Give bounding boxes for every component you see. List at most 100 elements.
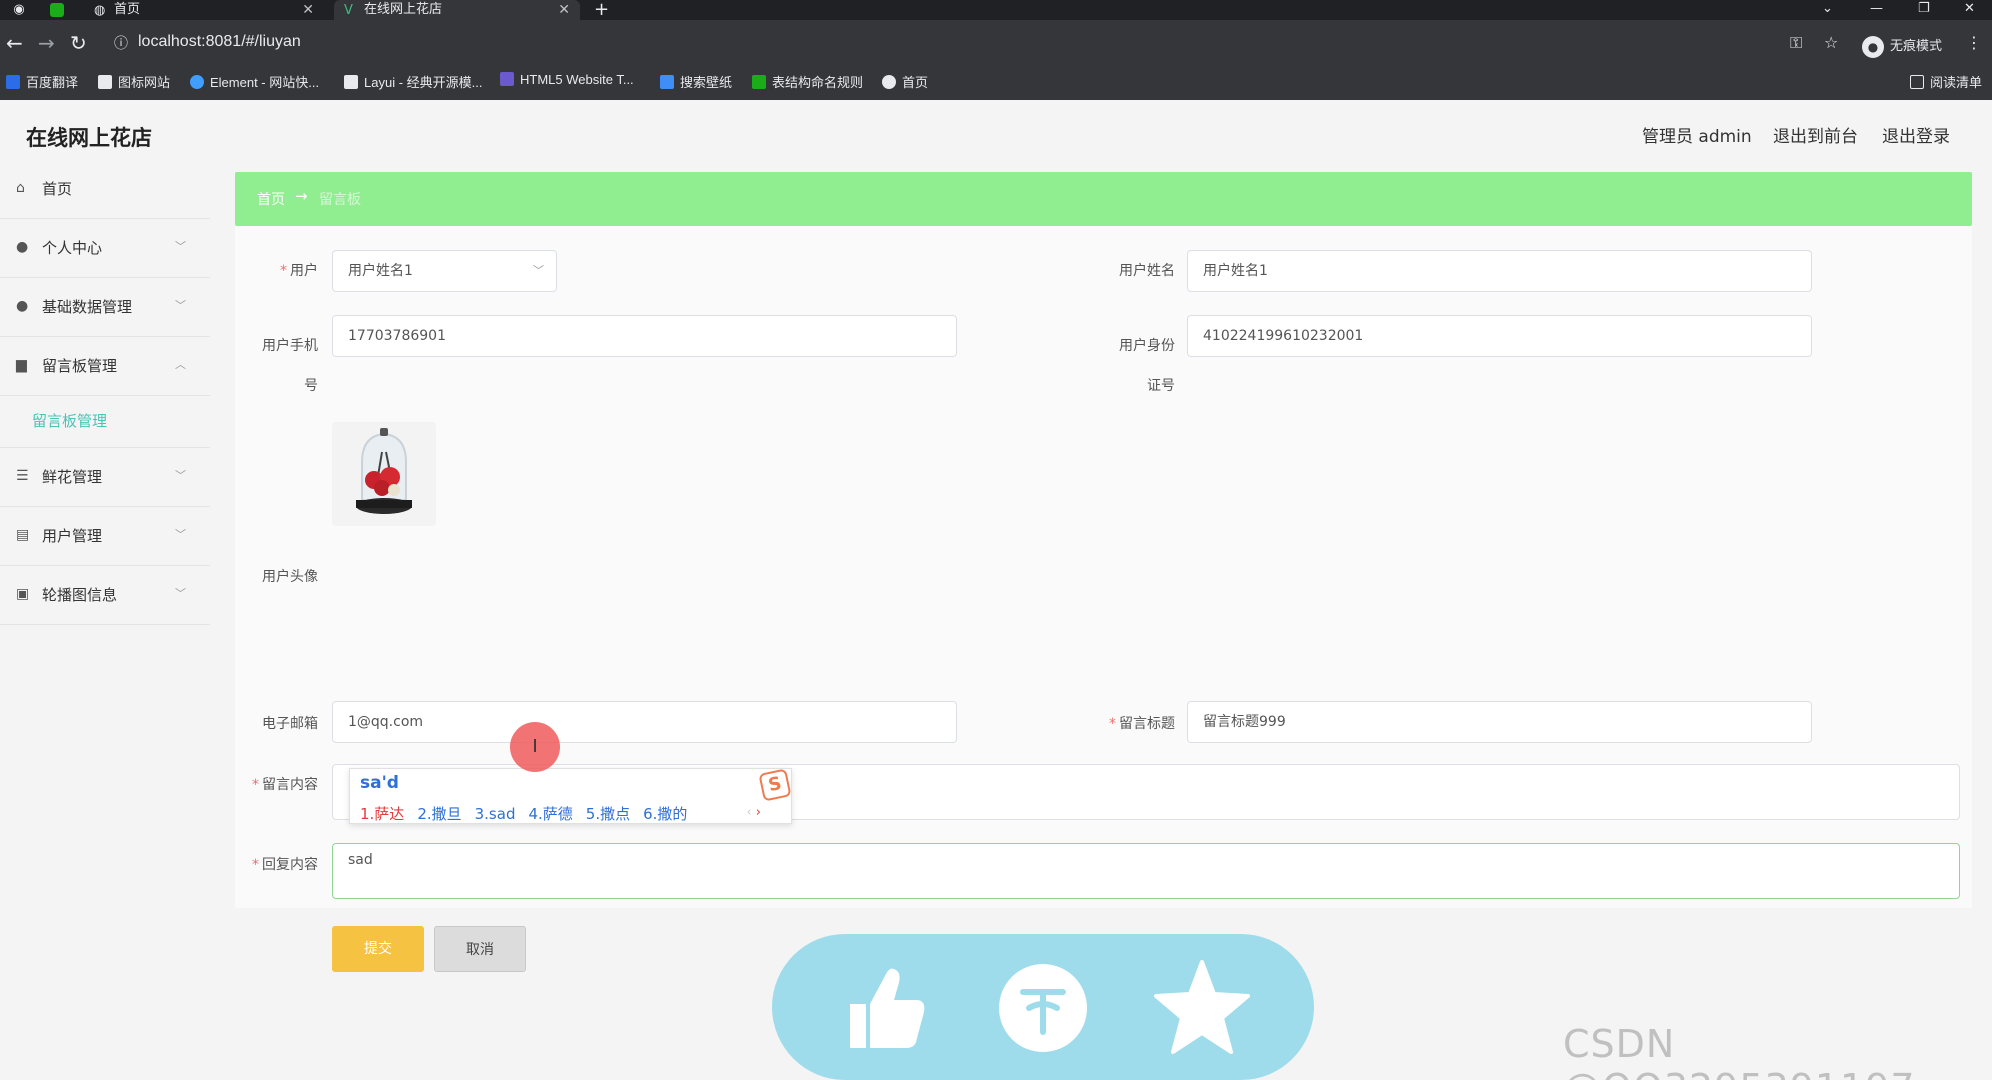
ime-candidate[interactable]: 6.撒的 [643, 805, 687, 823]
ime-candidate[interactable]: 4.萨德 [528, 805, 572, 823]
csdn-watermark: CSDN @QQ3295391197 [1563, 1022, 1915, 1080]
back-to-front-link[interactable]: 退出到前台 [1773, 122, 1858, 147]
phone-field[interactable]: 17703786901 [332, 315, 957, 357]
browser-menu-dots-icon[interactable]: ⋮ [1966, 33, 1982, 52]
browser-tab-bar: ◉ ◍ 首页 ✕ V 在线网上花店 ✕ + ⌄ — ❐ ✕ [0, 0, 1992, 20]
sidebar-subitem-message-board[interactable]: 留言板管理 [0, 396, 210, 448]
sidebar: ⌂ 首页 ● 个人中心 ﹀ ● 基础数据管理 ﹀ ▆ 留言板管理 ︿ 留言板管理… [0, 160, 210, 625]
forward-icon[interactable]: → [38, 32, 55, 54]
tab-search-icon[interactable]: ⌄ [1822, 0, 1833, 18]
chevron-down-icon: ﹀ [175, 469, 186, 482]
bookmark-label: 图标网站 [118, 75, 171, 90]
site-info-icon[interactable]: ⓘ [114, 33, 128, 53]
bookmark-item[interactable]: 表结构命名规则 [752, 72, 863, 91]
breadcrumb-home[interactable]: 首页 [257, 189, 285, 209]
browser-menu-icon[interactable]: ◉ [10, 1, 28, 19]
sogou-logo-icon: S [758, 768, 792, 802]
logout-link[interactable]: 退出登录 [1882, 122, 1950, 147]
submit-button[interactable]: 提交 [332, 926, 424, 972]
cancel-button[interactable]: 取消 [434, 926, 526, 972]
reading-list[interactable]: 阅读清单 [1910, 72, 1982, 91]
image-icon: ▣ [16, 586, 30, 602]
back-icon[interactable]: ← [6, 32, 23, 54]
reply-label: * 回复内容 [245, 854, 318, 874]
chevron-down-icon: ﹀ [175, 587, 186, 600]
sidebar-item-basic-data[interactable]: ● 基础数据管理 ﹀ [0, 278, 210, 337]
bookmark-label: Element - 网站快... [210, 75, 320, 90]
sidebar-item-message-board[interactable]: ▆ 留言板管理 ︿ [0, 337, 210, 396]
title-label: * 留言标题 [1085, 713, 1175, 733]
spreadsheet-tab-icon[interactable] [50, 3, 64, 17]
incognito-icon: ● [1862, 35, 1884, 58]
required-mark: * [252, 777, 259, 793]
breadcrumb-current: 留言板 [319, 192, 361, 208]
favorite-star-icon[interactable] [1146, 952, 1258, 1064]
reply-textarea[interactable]: sad [332, 843, 1960, 899]
url-input[interactable]: localhost:8081/#/liuyan [138, 33, 301, 51]
app-root: 在线网上花店 管理员 admin 退出到前台 退出登录 ⌂ 首页 ● 个人中心 … [0, 100, 1992, 1080]
reload-icon[interactable]: ↻ [70, 32, 87, 54]
floating-action-bar [772, 934, 1314, 1080]
tab-home[interactable]: ◍ 首页 ✕ [84, 0, 324, 20]
key-icon[interactable]: ⚿ [1790, 33, 1802, 53]
bookmark-item[interactable]: 首页 [882, 72, 928, 91]
sidebar-item-flowers[interactable]: ☰ 鲜花管理 ﹀ [0, 448, 210, 507]
sidebar-item-personal-center[interactable]: ● 个人中心 ﹀ [0, 219, 210, 278]
vue-icon: V [344, 3, 353, 18]
bookmark-item[interactable]: HTML5 Website T... [500, 72, 634, 87]
like-icon[interactable] [828, 952, 940, 1064]
user-select[interactable]: 用户姓名1 ﹀ [332, 250, 557, 292]
title-field[interactable]: 留言标题999 [1187, 701, 1812, 743]
bookmark-item[interactable]: 图标网站 [98, 72, 170, 91]
chevron-up-icon: ︿ [175, 358, 186, 371]
new-tab-button[interactable]: + [594, 0, 609, 20]
sidebar-item-users[interactable]: ▤ 用户管理 ﹀ [0, 507, 210, 566]
username-label: 用户姓名 [1119, 263, 1175, 279]
bookmark-item[interactable]: 百度翻译 [6, 72, 78, 91]
incognito-profile[interactable]: ● 无痕模式 [1862, 35, 1942, 58]
sidebar-item-label: 首页 [42, 180, 73, 198]
idcard-field[interactable]: 410224199610232001 [1187, 315, 1812, 357]
ime-candidate[interactable]: 3.sad [475, 805, 516, 823]
coin-icon[interactable] [987, 952, 1099, 1064]
translate-icon [6, 75, 20, 89]
close-icon[interactable]: ✕ [302, 0, 314, 20]
bookmark-item[interactable]: Layui - 经典开源模... [344, 72, 482, 91]
email-field[interactable]: 1@qq.com [332, 701, 957, 743]
bookmark-star-icon[interactable]: ☆ [1824, 33, 1838, 52]
sidebar-subitem-label: 留言板管理 [32, 412, 108, 430]
avatar-label: 用户头像 [262, 569, 318, 585]
sidebar-item-carousel[interactable]: ▣ 轮播图信息 ﹀ [0, 566, 210, 625]
bookmark-item[interactable]: Element - 网站快... [190, 72, 319, 91]
close-icon[interactable]: ✕ [558, 0, 570, 20]
html5-icon [500, 72, 514, 86]
chevron-left-icon[interactable]: ‹ [746, 805, 751, 820]
username-field[interactable]: 用户姓名1 [1187, 250, 1812, 292]
ime-candidate[interactable]: 1.萨达 [360, 805, 404, 823]
window-close-icon[interactable]: ✕ [1964, 0, 1975, 18]
minimize-icon[interactable]: — [1870, 0, 1883, 18]
profile-label: 无痕模式 [1890, 39, 1943, 54]
flag-icon [98, 75, 112, 89]
sidebar-item-home[interactable]: ⌂ 首页 [0, 160, 210, 219]
phone-label: 用户手机号 [253, 326, 318, 406]
ime-pager[interactable]: ‹ › [746, 805, 761, 820]
user-icon: ● [16, 298, 29, 314]
email-label: 电子邮箱 [262, 716, 318, 732]
tab-flower-shop[interactable]: V 在线网上花店 ✕ [334, 0, 580, 20]
ime-candidate[interactable]: 2.撒旦 [417, 805, 461, 823]
bookmark-label: Layui - 经典开源模... [364, 75, 483, 90]
chevron-right-icon[interactable]: › [756, 805, 761, 820]
sheet-icon [752, 75, 766, 89]
ime-candidate[interactable]: 5.撒点 [586, 805, 630, 823]
avatar-image[interactable] [332, 422, 436, 526]
sidebar-item-label: 用户管理 [42, 527, 103, 545]
bookmark-item[interactable]: 搜索壁纸 [660, 72, 732, 91]
restore-icon[interactable]: ❐ [1918, 0, 1930, 18]
phone-label-line2: 号 [304, 378, 318, 394]
reply-label-text: 回复内容 [262, 857, 318, 873]
tab-flower-shop-label: 在线网上花店 [364, 2, 443, 17]
sidebar-item-label: 基础数据管理 [42, 298, 133, 316]
layui-icon [344, 75, 358, 89]
list-icon: ☰ [16, 468, 29, 484]
